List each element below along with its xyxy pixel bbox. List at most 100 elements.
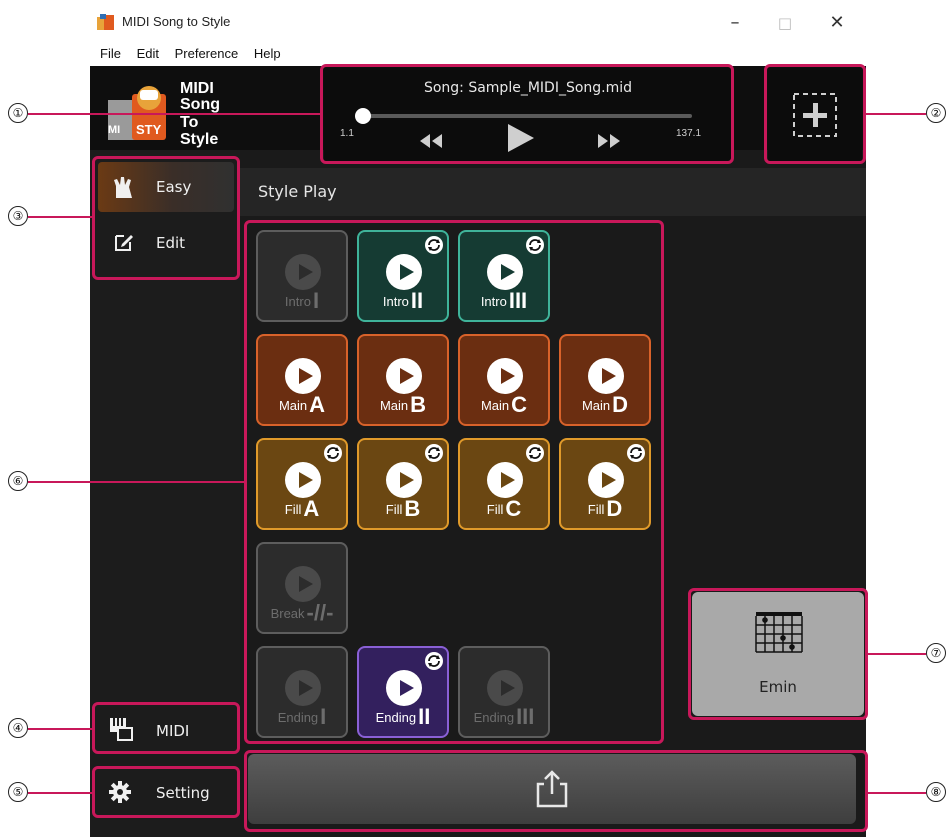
- style-button-ending-iii: EndingIII: [458, 646, 550, 738]
- callout-line-4: [28, 728, 92, 730]
- callout-number-5: ⑤: [8, 782, 28, 802]
- play-triangle-icon: [299, 576, 313, 592]
- style-button-intro-ii[interactable]: IntroII: [357, 230, 449, 322]
- style-button-main-d[interactable]: MainD: [559, 334, 651, 426]
- style-section-variation: III: [516, 704, 535, 729]
- loop-icon[interactable]: [425, 652, 443, 670]
- app-icon: [97, 14, 114, 30]
- style-button-intro-i: IntroI: [256, 230, 348, 322]
- play-triangle-icon: [299, 264, 313, 280]
- minimize-button[interactable]: –: [712, 8, 758, 38]
- style-section-variation: -//-: [306, 600, 334, 625]
- logo-badge-left: MI: [108, 124, 121, 136]
- style-section-variation: II: [418, 704, 431, 729]
- close-button[interactable]: ✕: [814, 8, 860, 38]
- style-section-name: Intro: [284, 294, 311, 309]
- style-section-name: Main: [278, 398, 308, 413]
- callout-number-6: ⑥: [8, 471, 28, 491]
- style-section-variation: III: [508, 288, 528, 313]
- play-triangle-icon: [400, 368, 414, 384]
- style-section-variation: A: [303, 496, 320, 521]
- callout-line-8: [868, 792, 926, 794]
- style-button-fill-b[interactable]: FillB: [357, 438, 449, 530]
- menu-file[interactable]: File: [100, 42, 121, 66]
- callout-number-2: ②: [926, 103, 946, 123]
- callout-line-7: [868, 653, 926, 655]
- callout-box-1: [320, 64, 734, 164]
- menu-preference[interactable]: Preference: [175, 42, 239, 66]
- play-triangle-icon: [602, 472, 616, 488]
- style-button-ending-ii[interactable]: EndingII: [357, 646, 449, 738]
- callout-number-7: ⑦: [926, 643, 946, 663]
- logo-text-2: Song: [180, 96, 220, 113]
- menu-help[interactable]: Help: [254, 42, 281, 66]
- style-button-fill-a[interactable]: FillA: [256, 438, 348, 530]
- style-section-name: Main: [379, 398, 409, 413]
- style-section-variation: B: [410, 392, 427, 417]
- style-button-main-b[interactable]: MainB: [357, 334, 449, 426]
- play-triangle-icon: [299, 368, 313, 384]
- style-section-name: Fill: [385, 502, 403, 517]
- loop-icon[interactable]: [324, 444, 342, 462]
- style-button-label: MainD: [561, 392, 649, 418]
- logo-text-4: Style: [180, 131, 219, 148]
- style-button-fill-d[interactable]: FillD: [559, 438, 651, 530]
- style-button-break: Break-//-: [256, 542, 348, 634]
- callout-number-4: ④: [8, 718, 28, 738]
- play-triangle-icon: [299, 680, 313, 696]
- style-section-variation: I: [312, 288, 320, 313]
- callout-number-1: ①: [8, 103, 28, 123]
- style-button-ending-i: EndingI: [256, 646, 348, 738]
- style-section-variation: B: [404, 496, 421, 521]
- style-button-label: FillA: [258, 496, 346, 522]
- play-triangle-icon: [602, 368, 616, 384]
- style-section-name: Main: [581, 398, 611, 413]
- logo-text-3: To: [180, 114, 199, 131]
- style-button-label: EndingIII: [460, 704, 548, 730]
- menu-edit[interactable]: Edit: [137, 42, 159, 66]
- play-triangle-icon: [501, 472, 515, 488]
- maximize-button[interactable]: □: [762, 8, 808, 38]
- style-section-name: Main: [480, 398, 510, 413]
- style-section-variation: C: [505, 496, 522, 521]
- style-button-label: FillB: [359, 496, 447, 522]
- callout-line-6: [28, 481, 244, 483]
- callout-box-3: [92, 156, 240, 280]
- callout-line-2: [866, 113, 926, 115]
- loop-icon[interactable]: [425, 444, 443, 462]
- play-triangle-icon: [501, 368, 515, 384]
- style-button-label: IntroIII: [460, 288, 548, 314]
- style-section-variation: A: [309, 392, 326, 417]
- logo-badge-right: STY: [136, 122, 162, 137]
- style-button-label: MainA: [258, 392, 346, 418]
- loop-icon[interactable]: [526, 236, 544, 254]
- loop-icon[interactable]: [526, 444, 544, 462]
- callout-box-8: [244, 750, 868, 832]
- callout-number-8: ⑧: [926, 782, 946, 802]
- style-button-label: EndingII: [359, 704, 447, 730]
- style-section-name: Intro: [480, 294, 507, 309]
- play-triangle-icon: [501, 680, 515, 696]
- style-section-name: Ending: [375, 710, 417, 725]
- loop-icon[interactable]: [627, 444, 645, 462]
- style-button-label: IntroII: [359, 288, 447, 314]
- style-section-variation: D: [606, 496, 623, 521]
- style-button-main-c[interactable]: MainC: [458, 334, 550, 426]
- logo-text-1: MIDI: [180, 80, 214, 97]
- style-button-label: FillC: [460, 496, 548, 522]
- style-button-intro-iii[interactable]: IntroIII: [458, 230, 550, 322]
- style-button-main-a[interactable]: MainA: [256, 334, 348, 426]
- window-title: MIDI Song to Style: [122, 14, 231, 29]
- style-button-label: IntroI: [258, 288, 346, 314]
- callout-box-2: [764, 64, 866, 164]
- style-section-name: Fill: [587, 502, 605, 517]
- style-button-label: Break-//-: [258, 600, 346, 626]
- style-button-fill-c[interactable]: FillC: [458, 438, 550, 530]
- style-section-name: Fill: [284, 502, 302, 517]
- panel-title: Style Play: [258, 182, 337, 201]
- style-section-variation: D: [612, 392, 629, 417]
- play-triangle-icon: [400, 680, 414, 696]
- loop-icon[interactable]: [425, 236, 443, 254]
- style-section-name: Ending: [277, 710, 319, 725]
- callout-line-3: [28, 216, 92, 218]
